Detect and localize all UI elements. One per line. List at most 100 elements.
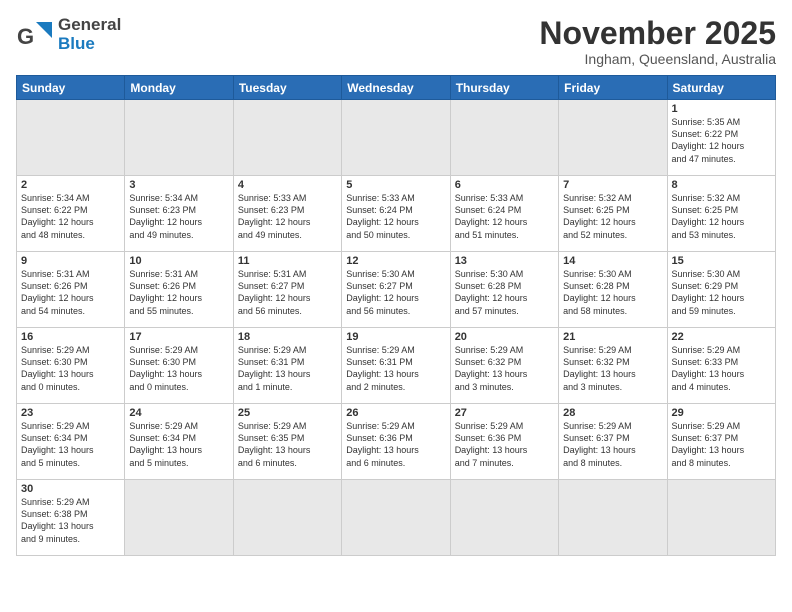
calendar-day: 7Sunrise: 5:32 AM Sunset: 6:25 PM Daylig… xyxy=(559,176,667,252)
calendar-day: 1Sunrise: 5:35 AM Sunset: 6:22 PM Daylig… xyxy=(667,100,775,176)
day-number: 25 xyxy=(238,407,337,419)
header-wednesday: Wednesday xyxy=(342,76,450,100)
day-number: 14 xyxy=(563,255,662,267)
svg-text:G: G xyxy=(17,24,34,49)
calendar-day: 23Sunrise: 5:29 AM Sunset: 6:34 PM Dayli… xyxy=(17,404,125,480)
day-number: 19 xyxy=(346,331,445,343)
day-info: Sunrise: 5:29 AM Sunset: 6:34 PM Dayligh… xyxy=(21,420,120,469)
calendar-day: 25Sunrise: 5:29 AM Sunset: 6:35 PM Dayli… xyxy=(233,404,341,480)
day-info: Sunrise: 5:33 AM Sunset: 6:24 PM Dayligh… xyxy=(346,192,445,241)
calendar-day xyxy=(450,100,558,176)
calendar-day xyxy=(450,480,558,556)
day-number: 4 xyxy=(238,179,337,191)
day-number: 5 xyxy=(346,179,445,191)
calendar-day xyxy=(125,100,233,176)
calendar-day xyxy=(233,480,341,556)
day-info: Sunrise: 5:34 AM Sunset: 6:23 PM Dayligh… xyxy=(129,192,228,241)
day-number: 12 xyxy=(346,255,445,267)
day-info: Sunrise: 5:29 AM Sunset: 6:33 PM Dayligh… xyxy=(672,344,771,393)
logo-blue-text: Blue xyxy=(58,35,121,54)
calendar-day xyxy=(125,480,233,556)
day-number: 11 xyxy=(238,255,337,267)
calendar-day: 28Sunrise: 5:29 AM Sunset: 6:37 PM Dayli… xyxy=(559,404,667,480)
day-number: 6 xyxy=(455,179,554,191)
day-info: Sunrise: 5:32 AM Sunset: 6:25 PM Dayligh… xyxy=(563,192,662,241)
month-title: November 2025 xyxy=(539,16,776,51)
day-number: 27 xyxy=(455,407,554,419)
day-info: Sunrise: 5:32 AM Sunset: 6:25 PM Dayligh… xyxy=(672,192,771,241)
calendar-day xyxy=(233,100,341,176)
calendar: Sunday Monday Tuesday Wednesday Thursday… xyxy=(16,75,776,556)
calendar-day xyxy=(667,480,775,556)
day-info: Sunrise: 5:29 AM Sunset: 6:36 PM Dayligh… xyxy=(455,420,554,469)
day-info: Sunrise: 5:33 AM Sunset: 6:23 PM Dayligh… xyxy=(238,192,337,241)
day-info: Sunrise: 5:31 AM Sunset: 6:26 PM Dayligh… xyxy=(129,268,228,317)
day-info: Sunrise: 5:29 AM Sunset: 6:32 PM Dayligh… xyxy=(563,344,662,393)
calendar-day xyxy=(559,100,667,176)
week-row-1: 1Sunrise: 5:35 AM Sunset: 6:22 PM Daylig… xyxy=(17,100,776,176)
header-friday: Friday xyxy=(559,76,667,100)
week-row-2: 2Sunrise: 5:34 AM Sunset: 6:22 PM Daylig… xyxy=(17,176,776,252)
week-row-3: 9Sunrise: 5:31 AM Sunset: 6:26 PM Daylig… xyxy=(17,252,776,328)
calendar-day: 22Sunrise: 5:29 AM Sunset: 6:33 PM Dayli… xyxy=(667,328,775,404)
calendar-day: 3Sunrise: 5:34 AM Sunset: 6:23 PM Daylig… xyxy=(125,176,233,252)
day-info: Sunrise: 5:31 AM Sunset: 6:27 PM Dayligh… xyxy=(238,268,337,317)
day-number: 17 xyxy=(129,331,228,343)
calendar-day: 26Sunrise: 5:29 AM Sunset: 6:36 PM Dayli… xyxy=(342,404,450,480)
day-info: Sunrise: 5:29 AM Sunset: 6:34 PM Dayligh… xyxy=(129,420,228,469)
day-info: Sunrise: 5:30 AM Sunset: 6:28 PM Dayligh… xyxy=(455,268,554,317)
calendar-day: 13Sunrise: 5:30 AM Sunset: 6:28 PM Dayli… xyxy=(450,252,558,328)
day-number: 22 xyxy=(672,331,771,343)
day-number: 1 xyxy=(672,103,771,115)
day-info: Sunrise: 5:29 AM Sunset: 6:37 PM Dayligh… xyxy=(563,420,662,469)
calendar-day: 10Sunrise: 5:31 AM Sunset: 6:26 PM Dayli… xyxy=(125,252,233,328)
day-info: Sunrise: 5:29 AM Sunset: 6:36 PM Dayligh… xyxy=(346,420,445,469)
calendar-day xyxy=(342,100,450,176)
day-info: Sunrise: 5:29 AM Sunset: 6:30 PM Dayligh… xyxy=(129,344,228,393)
calendar-day: 8Sunrise: 5:32 AM Sunset: 6:25 PM Daylig… xyxy=(667,176,775,252)
calendar-day: 21Sunrise: 5:29 AM Sunset: 6:32 PM Dayli… xyxy=(559,328,667,404)
day-number: 26 xyxy=(346,407,445,419)
calendar-day: 20Sunrise: 5:29 AM Sunset: 6:32 PM Dayli… xyxy=(450,328,558,404)
day-number: 24 xyxy=(129,407,228,419)
location-title: Ingham, Queensland, Australia xyxy=(539,51,776,67)
calendar-day: 14Sunrise: 5:30 AM Sunset: 6:28 PM Dayli… xyxy=(559,252,667,328)
day-info: Sunrise: 5:29 AM Sunset: 6:30 PM Dayligh… xyxy=(21,344,120,393)
day-info: Sunrise: 5:33 AM Sunset: 6:24 PM Dayligh… xyxy=(455,192,554,241)
calendar-day: 19Sunrise: 5:29 AM Sunset: 6:31 PM Dayli… xyxy=(342,328,450,404)
day-info: Sunrise: 5:29 AM Sunset: 6:31 PM Dayligh… xyxy=(346,344,445,393)
calendar-day: 29Sunrise: 5:29 AM Sunset: 6:37 PM Dayli… xyxy=(667,404,775,480)
day-number: 20 xyxy=(455,331,554,343)
logo: G General Blue xyxy=(16,16,121,54)
calendar-day: 18Sunrise: 5:29 AM Sunset: 6:31 PM Dayli… xyxy=(233,328,341,404)
calendar-day: 30Sunrise: 5:29 AM Sunset: 6:38 PM Dayli… xyxy=(17,480,125,556)
day-info: Sunrise: 5:30 AM Sunset: 6:28 PM Dayligh… xyxy=(563,268,662,317)
day-info: Sunrise: 5:29 AM Sunset: 6:35 PM Dayligh… xyxy=(238,420,337,469)
calendar-day: 5Sunrise: 5:33 AM Sunset: 6:24 PM Daylig… xyxy=(342,176,450,252)
day-number: 7 xyxy=(563,179,662,191)
page: G General Blue November 2025 Ingham, Que… xyxy=(0,0,792,612)
calendar-day: 27Sunrise: 5:29 AM Sunset: 6:36 PM Dayli… xyxy=(450,404,558,480)
day-info: Sunrise: 5:30 AM Sunset: 6:29 PM Dayligh… xyxy=(672,268,771,317)
calendar-day xyxy=(559,480,667,556)
day-number: 3 xyxy=(129,179,228,191)
day-number: 15 xyxy=(672,255,771,267)
day-number: 13 xyxy=(455,255,554,267)
calendar-day: 11Sunrise: 5:31 AM Sunset: 6:27 PM Dayli… xyxy=(233,252,341,328)
weekday-header-row: Sunday Monday Tuesday Wednesday Thursday… xyxy=(17,76,776,100)
day-info: Sunrise: 5:29 AM Sunset: 6:32 PM Dayligh… xyxy=(455,344,554,393)
logo-text: General xyxy=(58,16,121,35)
week-row-4: 16Sunrise: 5:29 AM Sunset: 6:30 PM Dayli… xyxy=(17,328,776,404)
header-tuesday: Tuesday xyxy=(233,76,341,100)
calendar-day: 4Sunrise: 5:33 AM Sunset: 6:23 PM Daylig… xyxy=(233,176,341,252)
day-info: Sunrise: 5:35 AM Sunset: 6:22 PM Dayligh… xyxy=(672,116,771,165)
day-info: Sunrise: 5:31 AM Sunset: 6:26 PM Dayligh… xyxy=(21,268,120,317)
day-number: 2 xyxy=(21,179,120,191)
header-thursday: Thursday xyxy=(450,76,558,100)
header-sunday: Sunday xyxy=(17,76,125,100)
header-saturday: Saturday xyxy=(667,76,775,100)
day-number: 29 xyxy=(672,407,771,419)
day-number: 30 xyxy=(21,483,120,495)
calendar-day: 24Sunrise: 5:29 AM Sunset: 6:34 PM Dayli… xyxy=(125,404,233,480)
day-number: 21 xyxy=(563,331,662,343)
